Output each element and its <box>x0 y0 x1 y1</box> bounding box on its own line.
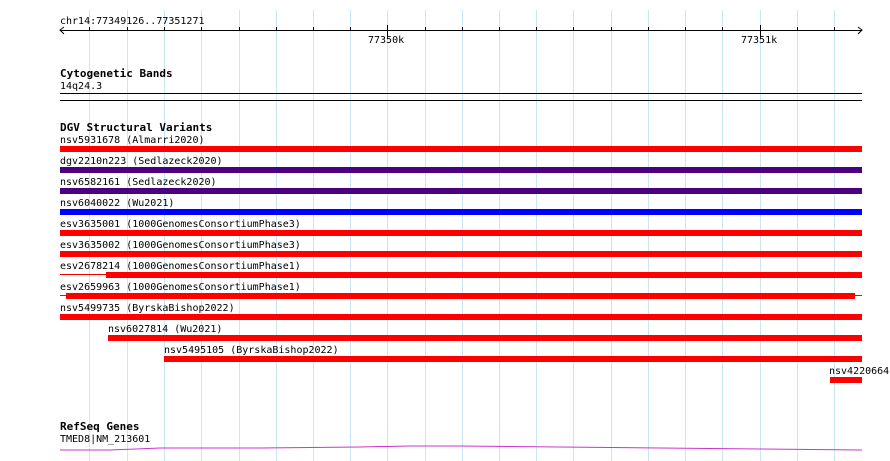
gene-model[interactable] <box>0 0 890 461</box>
